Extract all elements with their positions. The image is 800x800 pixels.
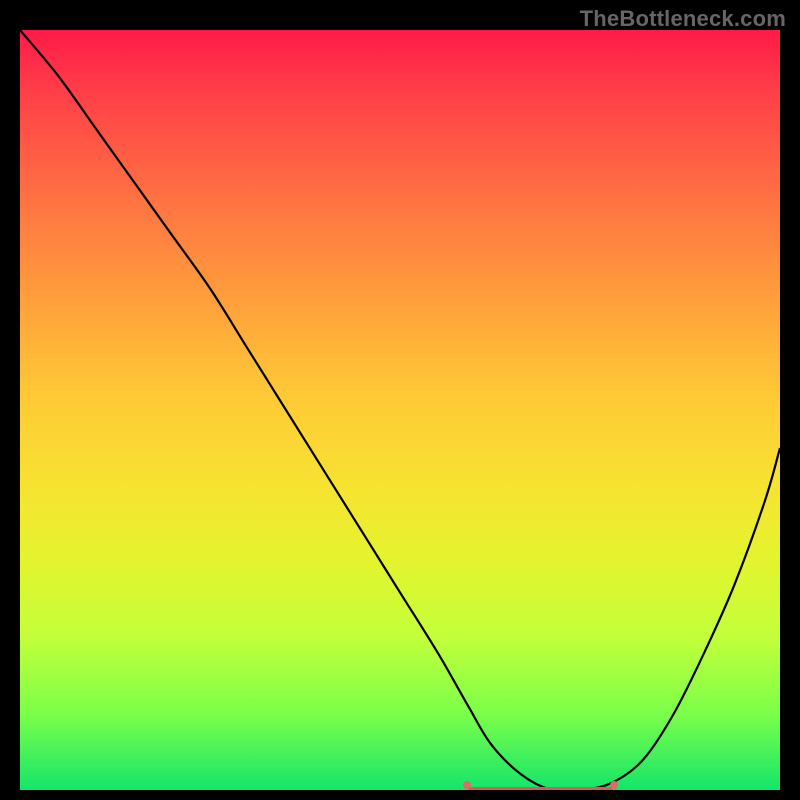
watermark-text: TheBottleneck.com (580, 6, 786, 32)
plot-area (20, 30, 780, 790)
chart-container: TheBottleneck.com (0, 0, 800, 800)
optimum-right-dot (610, 781, 618, 789)
bottleneck-curve (20, 30, 780, 790)
optimum-flat-marker (468, 787, 612, 790)
